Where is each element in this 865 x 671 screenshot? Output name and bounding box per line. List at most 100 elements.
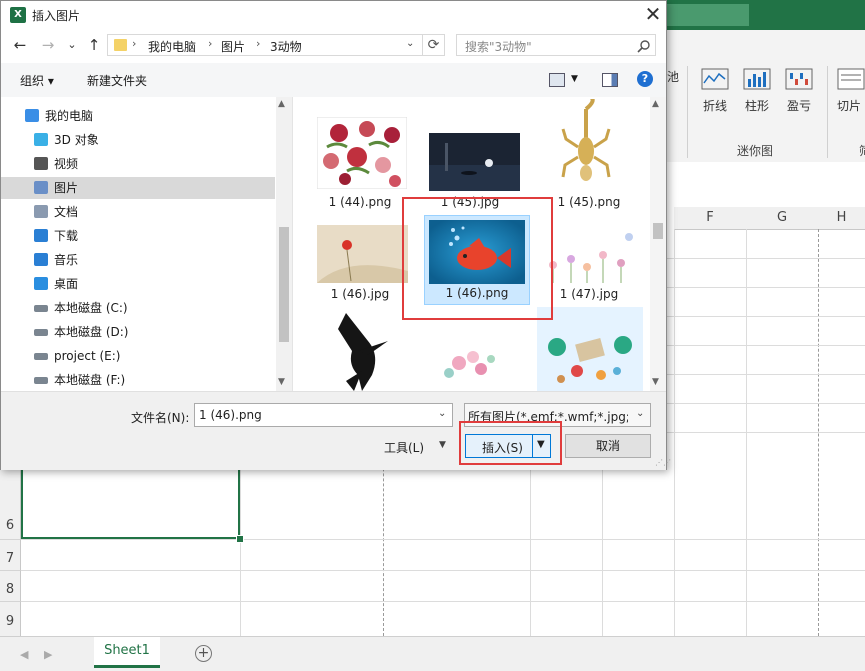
- folder-icon: [114, 39, 127, 51]
- breadcrumb-my-computer[interactable]: 我的电脑: [148, 38, 196, 55]
- tree-item-drive-d[interactable]: 本地磁盘 (D:): [1, 321, 275, 343]
- address-bar[interactable]: › 我的电脑 › 图片 › 3动物 ⌄: [107, 34, 423, 56]
- search-icon: [637, 40, 650, 53]
- tree-item-desktop[interactable]: 桌面: [1, 273, 275, 295]
- sparkline-winloss-button[interactable]: 盈亏: [781, 68, 817, 114]
- address-bar-row: ← → ⌄ ↑ › 我的电脑 › 图片 › 3动物 ⌄ ⟳ 搜索"3动物": [1, 31, 666, 61]
- chevron-right-icon[interactable]: ›: [208, 37, 212, 50]
- fill-handle[interactable]: [236, 535, 244, 543]
- filelist-scrollbar[interactable]: ▲ ▼: [650, 97, 666, 391]
- tree-item-drive-e[interactable]: project (E:): [1, 345, 275, 367]
- sparkline-column-button[interactable]: 柱形: [739, 68, 775, 114]
- excel-title-bar: [667, 0, 865, 30]
- tree-item-label: 桌面: [54, 277, 79, 291]
- formula-bar[interactable]: [667, 162, 865, 201]
- file-name: 1 (46).jpg: [330, 287, 390, 301]
- preview-pane-icon[interactable]: [602, 73, 618, 87]
- change-view-icon[interactable]: [549, 73, 565, 87]
- scroll-thumb[interactable]: [653, 223, 663, 239]
- row-header-9[interactable]: 9: [0, 602, 21, 637]
- file-thumbnail: [328, 311, 396, 391]
- address-dropdown-icon[interactable]: ⌄: [406, 38, 414, 49]
- tree-item-label: 我的电脑: [45, 109, 94, 123]
- tree-item-label: 3D 对象: [54, 133, 99, 147]
- sparkline-column-label: 柱形: [744, 99, 769, 113]
- tree-item-label: 文档: [54, 205, 79, 219]
- view-dropdown-icon[interactable]: ▼: [571, 74, 578, 84]
- up-folder-icon[interactable]: ↑: [85, 36, 103, 54]
- music-icon: [34, 253, 48, 266]
- drive-icon: [34, 377, 48, 384]
- search-input[interactable]: 搜索"3动物": [456, 34, 656, 56]
- tree-item-videos[interactable]: 视频: [1, 153, 275, 175]
- column-header-g[interactable]: G: [746, 207, 819, 230]
- drive-icon: [34, 353, 48, 360]
- grid-line: [21, 601, 865, 602]
- cancel-button[interactable]: 取消: [565, 434, 651, 458]
- file-item[interactable]: [310, 309, 410, 391]
- file-item[interactable]: 1 (47).jpg: [539, 223, 639, 307]
- chevron-down-icon[interactable]: ⌄: [636, 408, 644, 419]
- sparkline-winloss-label: 盈亏: [786, 99, 811, 113]
- scroll-up-icon[interactable]: ▲: [278, 99, 285, 109]
- winloss-sparkline-icon: [785, 68, 813, 90]
- ribbon-group-sparklines: 迷你图: [737, 144, 774, 158]
- computer-icon: [25, 109, 39, 122]
- tree-item-documents[interactable]: 文档: [1, 201, 275, 223]
- slicer-button[interactable]: 切片: [837, 68, 865, 114]
- navpane-scrollbar[interactable]: ▲ ▼: [276, 97, 292, 391]
- slicer-label: 切片: [837, 99, 862, 113]
- tools-menu[interactable]: 工具(L): [384, 439, 424, 456]
- breadcrumb-animals[interactable]: 3动物: [270, 38, 302, 55]
- tree-item-my-computer[interactable]: 我的电脑: [1, 105, 275, 127]
- chevron-right-icon[interactable]: ›: [132, 37, 136, 50]
- file-item[interactable]: 1 (45).png: [539, 99, 639, 215]
- tree-item-3d-objects[interactable]: 3D 对象: [1, 129, 275, 151]
- recent-locations-icon[interactable]: ⌄: [63, 36, 81, 54]
- row-header-8[interactable]: 8: [0, 571, 21, 602]
- tab-scroll-left-icon[interactable]: ◀: [20, 648, 28, 661]
- filename-input[interactable]: 1 (46).png ⌄: [194, 403, 453, 427]
- chevron-right-icon[interactable]: ›: [256, 37, 260, 50]
- refresh-icon[interactable]: ⟳: [423, 34, 445, 56]
- tree-item-label: 音乐: [54, 253, 79, 267]
- dialog-title: 插入图片: [32, 9, 81, 23]
- scroll-up-icon[interactable]: ▲: [652, 99, 659, 109]
- file-item[interactable]: 1 (46).jpg: [310, 223, 410, 307]
- sheet-tab-sheet1[interactable]: Sheet1: [94, 637, 160, 668]
- scroll-down-icon[interactable]: ▼: [278, 377, 285, 387]
- search-placeholder: 搜索"3动物": [465, 40, 532, 54]
- close-button[interactable]: ✕: [641, 3, 665, 25]
- tree-item-downloads[interactable]: 下载: [1, 225, 275, 247]
- breadcrumb-pictures[interactable]: 图片: [221, 38, 245, 55]
- back-icon[interactable]: ←: [11, 36, 29, 54]
- tree-item-music[interactable]: 音乐: [1, 249, 275, 271]
- file-item[interactable]: [420, 331, 520, 391]
- row-header-7[interactable]: 7: [0, 540, 21, 571]
- selected-cell[interactable]: [21, 466, 240, 539]
- add-sheet-icon[interactable]: +: [195, 645, 212, 662]
- help-icon[interactable]: ?: [637, 71, 653, 87]
- new-folder-button[interactable]: 新建文件夹: [87, 72, 147, 89]
- file-name: 1 (45).png: [557, 195, 621, 209]
- tools-dropdown-icon[interactable]: ▼: [439, 440, 446, 450]
- tree-item-pictures[interactable]: 图片: [1, 177, 275, 199]
- resize-grip-icon[interactable]: ⋰⋰: [655, 458, 671, 467]
- chevron-down-icon[interactable]: ⌄: [438, 408, 446, 419]
- tab-scroll-right-icon[interactable]: ▶: [44, 648, 52, 661]
- insert-picture-dialog: X 插入图片 ✕ ← → ⌄ ↑ › 我的电脑 › 图片 › 3动物 ⌄ ⟳ 搜…: [0, 0, 671, 470]
- row-header-6[interactable]: 6: [0, 466, 21, 540]
- column-header-f[interactable]: F: [674, 207, 747, 230]
- dialog-toolbar: 组织 ▾ 新建文件夹 ▼ ?: [1, 63, 666, 98]
- sparkline-line-button[interactable]: 折线: [697, 68, 733, 114]
- organize-menu[interactable]: 组织 ▾: [20, 72, 54, 89]
- scroll-thumb[interactable]: [279, 227, 289, 342]
- scroll-down-icon[interactable]: ▼: [652, 377, 659, 387]
- column-header-h[interactable]: H: [818, 207, 865, 230]
- tree-item-drive-f[interactable]: 本地磁盘 (F:): [1, 369, 275, 391]
- file-item[interactable]: 1 (44).png: [310, 115, 410, 215]
- forward-icon[interactable]: →: [39, 36, 57, 54]
- dialog-title-bar[interactable]: X 插入图片 ✕: [1, 1, 666, 29]
- drive-icon: [34, 305, 48, 312]
- tree-item-drive-c[interactable]: 本地磁盘 (C:): [1, 297, 275, 319]
